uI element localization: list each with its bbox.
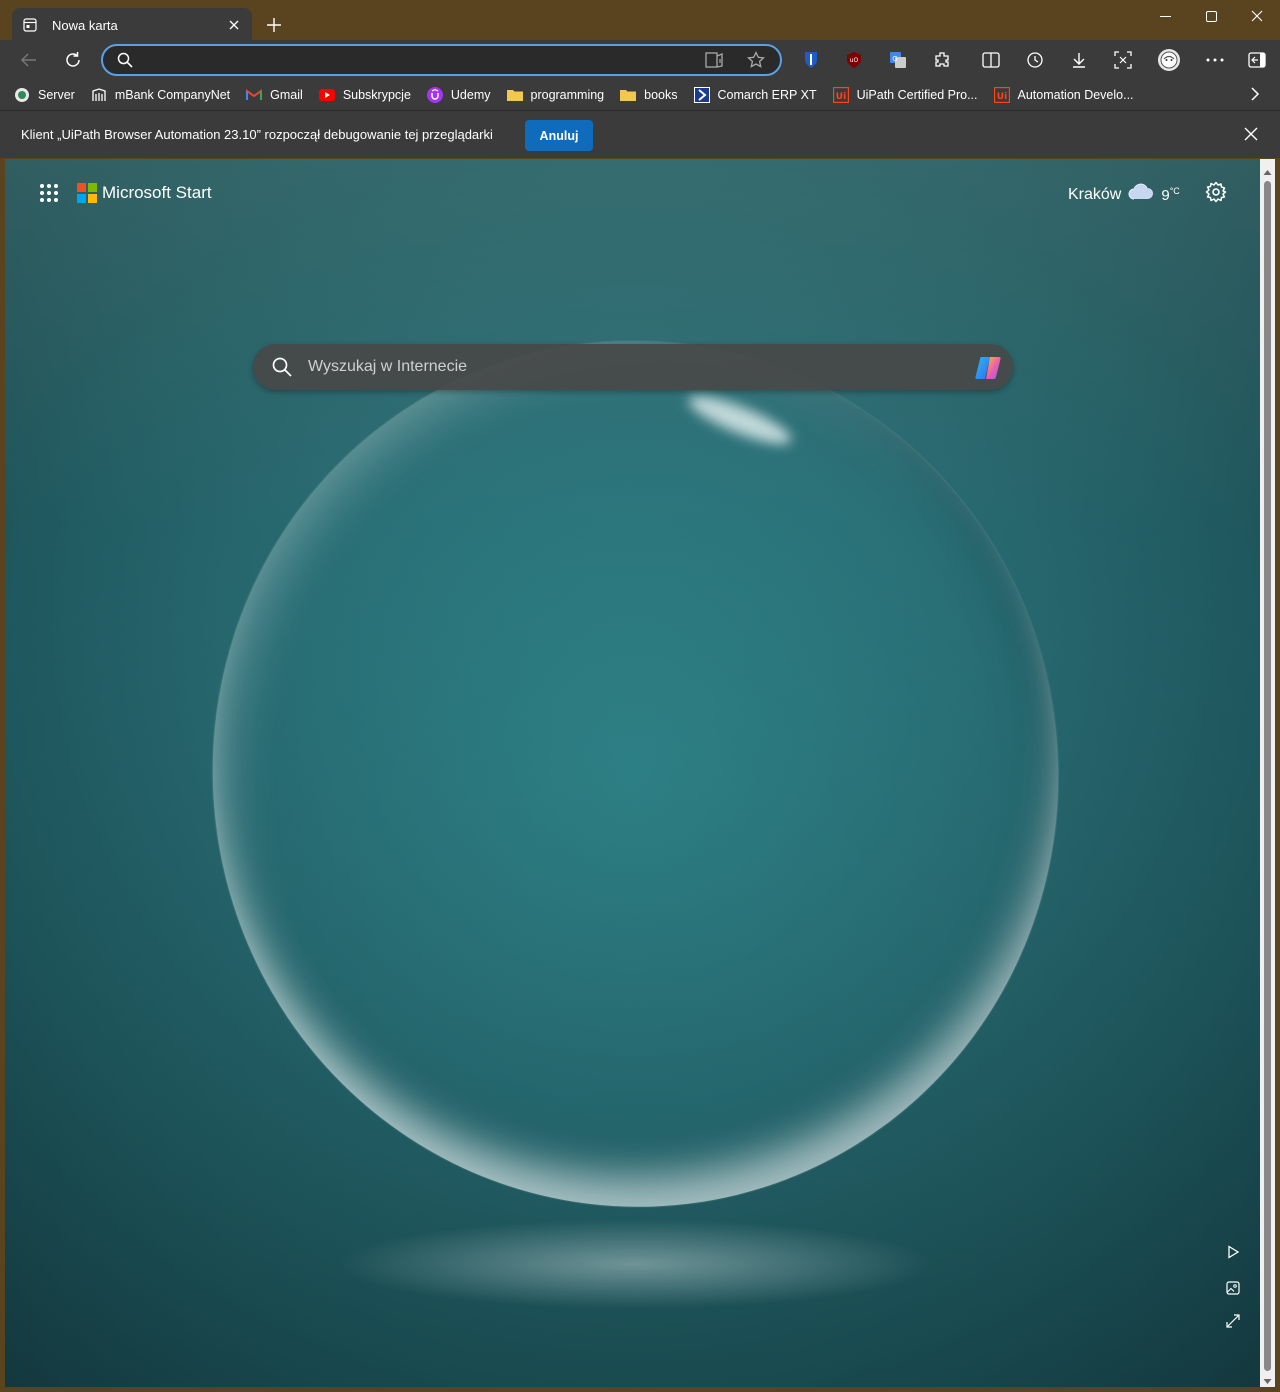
split-screen-icon[interactable] [976,46,1006,74]
folder-icon [506,87,523,103]
address-input[interactable] [143,49,703,71]
search-icon [272,357,292,382]
copilot-icon[interactable] [973,354,1003,382]
bitwarden-extension-icon[interactable] [796,46,826,74]
mbank-icon [91,87,107,103]
svg-text:Ui: Ui [835,92,845,102]
server-icon [14,87,30,103]
tab-close-icon[interactable] [226,17,242,33]
tab-new-tab[interactable]: Nowa karta [12,8,252,42]
svg-text:Ui: Ui [996,92,1006,102]
bookmark-label: Gmail [270,88,303,102]
bookmark-uipath-certified[interactable]: Ui UiPath Certified Pro... [832,83,978,107]
history-icon[interactable] [1020,46,1050,74]
bookmark-label: mBank CompanyNet [114,88,231,102]
youtube-icon [318,87,335,103]
bookmark-label: UiPath Certified Pro... [856,88,978,102]
cancel-button[interactable]: Anuluj [525,120,593,151]
bookmark-automation-developer[interactable]: Ui Automation Develo... [993,83,1134,107]
bookmark-folder-books[interactable]: books [620,83,678,107]
bookmark-gmail[interactable]: Gmail [246,83,303,107]
screenshot-icon[interactable] [1108,46,1138,74]
bookmark-label: Udemy [450,88,491,102]
background-reflection [335,1219,935,1309]
bookmark-folder-programming[interactable]: programming [506,83,605,107]
close-icon[interactable] [1234,0,1280,32]
background-bubble [156,286,1115,1262]
extensions-icon[interactable] [927,46,957,74]
microsoft-logo-icon [77,183,97,203]
bookmark-comarch[interactable]: Comarch ERP XT [693,83,817,107]
bookmark-label: Automation Develo... [1017,88,1134,102]
svg-text:uO: uO [850,57,859,64]
image-info-icon[interactable] [1223,1278,1243,1298]
bookmark-mbank[interactable]: mBank CompanyNet [91,83,230,107]
app-launcher-icon[interactable] [35,181,63,205]
svg-text:G: G [892,55,897,63]
search-input[interactable] [308,354,948,380]
chevron-right-icon[interactable] [1250,86,1260,107]
bookmark-udemy[interactable]: Udemy [426,83,491,107]
vertical-scrollbar[interactable] [1260,159,1275,1387]
uipath-icon: Ui [832,87,849,103]
bookmark-server[interactable]: Server [14,83,75,107]
new-tab-page-icon [22,17,38,33]
new-tab-button[interactable] [262,13,286,37]
more-options-icon[interactable] [1200,46,1230,74]
ublock-origin-icon[interactable]: uO [839,46,869,74]
bookmark-label: Subskrypcje [342,88,411,102]
downloads-icon[interactable] [1064,46,1094,74]
favorite-star-icon[interactable] [746,50,766,74]
weather-widget[interactable]: Kraków 9°C [1068,183,1180,206]
scroll-up-icon[interactable] [1263,164,1272,175]
bookmark-label: books [644,88,678,102]
brand-title[interactable]: Microsoft Start [102,183,212,203]
toolbar: uO G [0,40,1280,80]
bookmarks-bar: Server mBank CompanyNet Gmail Subskrypcj… [0,80,1280,110]
settings-gear-icon[interactable] [1205,181,1229,205]
immersive-reader-icon[interactable] [705,51,725,74]
web-search-box[interactable] [253,344,1013,390]
udemy-icon [426,87,443,103]
back-icon[interactable] [14,46,44,74]
expand-icon[interactable] [1223,1311,1243,1331]
folder-icon [620,87,637,103]
address-bar[interactable] [101,44,782,76]
bookmark-label: programming [530,88,605,102]
scroll-down-icon[interactable] [1263,1373,1272,1384]
refresh-icon[interactable] [58,46,88,74]
tab-title: Nowa karta [52,17,118,33]
bookmark-subskrypcje[interactable]: Subskrypcje [318,83,411,107]
weather-city: Kraków [1068,185,1122,203]
close-icon[interactable] [1244,127,1258,146]
scrollbar-thumb[interactable] [1264,181,1271,1371]
uipath-icon: Ui [993,87,1010,103]
new-tab-page: Microsoft Start Kraków 9°C [5,159,1260,1387]
search-icon [117,52,133,73]
sidebar-toggle-icon[interactable] [1242,46,1272,74]
gmail-icon [246,87,263,103]
debugging-infobar: Klient „UiPath Browser Automation 23.10”… [0,110,1280,158]
infobar-message: Klient „UiPath Browser Automation 23.10”… [21,127,493,142]
bookmark-label: Server [38,88,75,102]
window-controls [1142,0,1280,32]
maximize-icon[interactable] [1188,0,1234,32]
minimize-icon[interactable] [1142,0,1188,32]
comarch-icon [693,87,710,103]
title-bar: Nowa karta [0,0,1280,42]
cloud-icon [1127,183,1155,206]
bookmark-label: Comarch ERP XT [717,88,817,102]
google-translate-icon[interactable]: G [883,46,913,74]
weather-temperature: 9°C [1161,185,1180,204]
play-icon[interactable] [1223,1242,1243,1262]
profile-avatar[interactable] [1154,46,1184,74]
